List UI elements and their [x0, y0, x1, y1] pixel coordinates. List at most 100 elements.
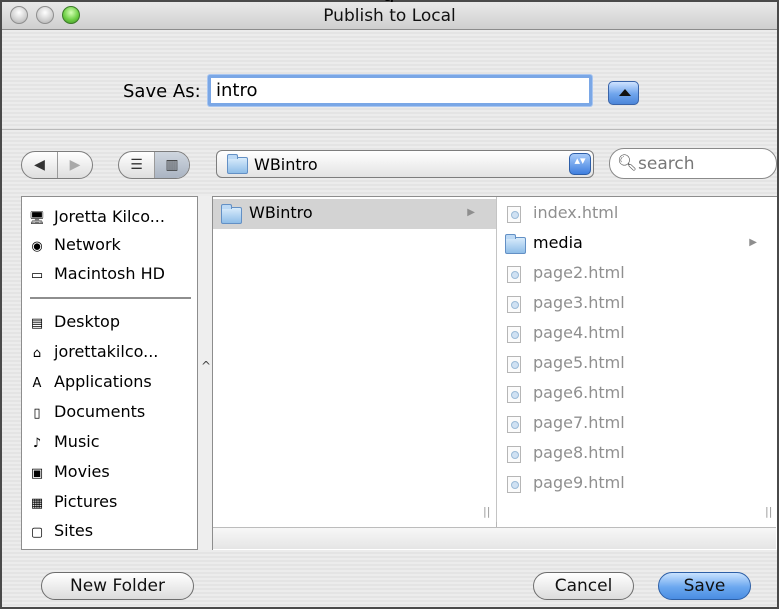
view-mode-buttons: ☰ ▥	[118, 151, 190, 179]
list-item[interactable]: page2.html	[497, 259, 778, 289]
cancel-button[interactable]: Cancel	[533, 572, 634, 600]
chevron-right-icon: ▶	[749, 237, 757, 248]
sidebar: 🖥 Joretta Kilco... ◉ Network ▭ Macintosh…	[21, 196, 198, 550]
list-item[interactable]: media ▶	[497, 229, 778, 259]
html-file-icon	[507, 386, 521, 403]
sidebar-item-documents[interactable]: ▯ Documents	[22, 398, 197, 428]
html-file-icon	[507, 476, 521, 493]
list-item[interactable]: page6.html	[497, 379, 778, 409]
search-input[interactable]	[636, 153, 772, 174]
browser-column-1: WBintro ▶	[213, 197, 496, 522]
folder-icon	[221, 204, 242, 224]
list-item[interactable]: page4.html	[497, 319, 778, 349]
forward-button[interactable]: ▶	[57, 152, 92, 178]
folder-icon	[227, 154, 248, 174]
sidebar-item-computer[interactable]: 🖥 Joretta Kilco...	[22, 203, 197, 233]
music-icon: ♪	[32, 435, 42, 451]
location-popup[interactable]: WBintro ▴▾	[216, 150, 594, 178]
sidebar-item-music[interactable]: ♪ Music	[22, 428, 197, 458]
sidebar-item-applications[interactable]: A Applications	[22, 368, 197, 398]
sites-icon: ▢	[30, 524, 44, 540]
back-button[interactable]: ◀	[22, 152, 57, 178]
window-title: Publish to Local	[323, 6, 456, 26]
collapse-dialog-button[interactable]	[608, 81, 639, 105]
documents-icon: ▯	[33, 405, 41, 421]
item-name: page4.html	[533, 323, 625, 342]
desktop-icon: ▤	[30, 315, 44, 331]
sidebar-item-label: Applications	[54, 372, 152, 391]
pictures-icon: ▦	[30, 495, 44, 511]
collapse-icon: ^	[201, 359, 212, 373]
column-view-button[interactable]: ▥	[154, 152, 189, 178]
header-divider	[2, 129, 777, 130]
browser-column-2: index.html media ▶ page2.html page3.html…	[496, 197, 778, 522]
sidebar-item-label: Network	[54, 235, 121, 254]
list-view-icon: ☰	[130, 157, 143, 173]
network-globe-icon: ◉	[31, 238, 43, 254]
html-file-icon	[507, 356, 521, 373]
item-name: page6.html	[533, 383, 625, 402]
save-as-input[interactable]	[208, 75, 592, 106]
history-buttons: ◀ ▶	[21, 151, 93, 179]
item-name: WBintro	[249, 203, 313, 222]
sidebar-item-label: Movies	[54, 462, 110, 481]
forward-icon: ▶	[69, 157, 81, 173]
html-file-icon	[507, 206, 521, 223]
list-item[interactable]: page9.html	[497, 469, 778, 499]
horizontal-scrollbar[interactable]	[213, 527, 776, 549]
save-as-label: Save As:	[123, 81, 201, 102]
sidebar-item-label: Pictures	[54, 492, 118, 511]
list-item[interactable]: page3.html	[497, 289, 778, 319]
sidebar-item-label: Desktop	[54, 312, 120, 331]
search-field[interactable]: 🔍︎	[609, 148, 777, 179]
html-file-icon	[507, 266, 521, 283]
item-name: page7.html	[533, 413, 625, 432]
html-file-icon	[507, 326, 521, 343]
sidebar-item-label: Macintosh HD	[54, 264, 165, 283]
column-browser: WBintro ▶ || index.html media ▶ page2.ht…	[212, 196, 777, 550]
popup-arrows-icon: ▴▾	[569, 153, 591, 175]
sidebar-item-label: Joretta Kilco...	[54, 207, 165, 226]
sidebar-item-pictures[interactable]: ▦ Pictures	[22, 488, 197, 518]
back-icon: ◀	[34, 157, 45, 173]
list-item[interactable]: page5.html	[497, 349, 778, 379]
list-item[interactable]: page7.html	[497, 409, 778, 439]
title-bar: Publish to Local	[2, 2, 777, 30]
sidebar-item-home[interactable]: ⌂ jorettakilco...	[22, 338, 197, 368]
sidebar-item-desktop[interactable]: ▤ Desktop	[22, 308, 197, 338]
save-button[interactable]: Save	[658, 572, 751, 600]
search-icon: 🔍︎	[617, 153, 638, 172]
home-icon: ⌂	[32, 345, 42, 361]
item-name: page2.html	[533, 263, 625, 282]
save-dialog-window: g Publish to Local Save As: ◀ ▶ ☰ ▥ WBin…	[0, 0, 779, 609]
list-item[interactable]: index.html	[497, 199, 778, 229]
sidebar-item-label: Music	[54, 432, 100, 451]
new-folder-button[interactable]: New Folder	[41, 572, 194, 600]
html-file-icon	[507, 446, 521, 463]
folder-icon	[505, 234, 526, 254]
location-name: WBintro	[254, 155, 318, 174]
hard-drive-icon: ▭	[30, 267, 44, 283]
sidebar-item-movies[interactable]: ▣ Movies	[22, 458, 197, 488]
sidebar-item-label: jorettakilco...	[54, 342, 159, 361]
column-resize-handle[interactable]: ||	[483, 505, 490, 518]
sidebar-item-network[interactable]: ◉ Network	[22, 231, 197, 261]
column-resize-handle[interactable]: ||	[765, 505, 772, 518]
sidebar-item-label: Sites	[54, 521, 94, 540]
item-name: page3.html	[533, 293, 625, 312]
applications-icon: A	[32, 375, 42, 391]
item-name: index.html	[533, 203, 619, 222]
sidebar-splitter[interactable]: ^	[198, 196, 212, 550]
sidebar-item-macintosh-hd[interactable]: ▭ Macintosh HD	[22, 260, 197, 290]
list-item[interactable]: page8.html	[497, 439, 778, 469]
sidebar-item-sites[interactable]: ▢ Sites	[22, 517, 197, 547]
list-item[interactable]: WBintro ▶	[213, 199, 496, 229]
item-name: page8.html	[533, 443, 625, 462]
item-name: page9.html	[533, 473, 625, 492]
item-name: media	[533, 233, 583, 252]
chevron-right-icon: ▶	[467, 207, 475, 218]
sidebar-divider	[30, 297, 191, 299]
html-file-icon	[507, 416, 521, 433]
item-name: page5.html	[533, 353, 625, 372]
list-view-button[interactable]: ☰	[119, 152, 154, 178]
